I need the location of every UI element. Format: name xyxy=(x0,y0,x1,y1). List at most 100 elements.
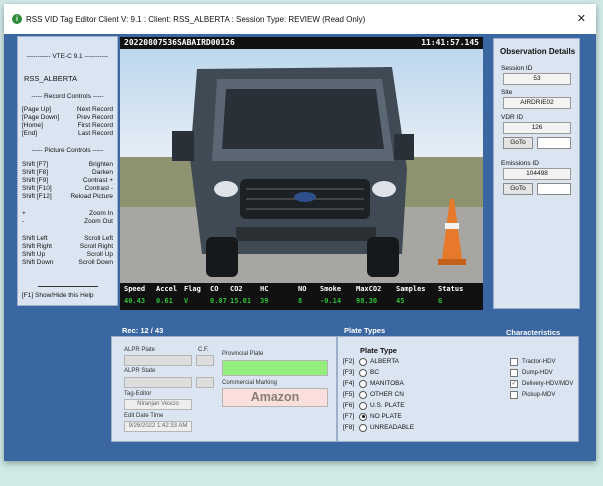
plate-type-shortcut: [F3] xyxy=(343,369,355,376)
help-divider xyxy=(38,286,98,287)
stat-value: 39 xyxy=(260,297,269,305)
checkbox[interactable] xyxy=(510,357,518,366)
shortcut-action: Darken xyxy=(92,169,113,176)
stat-header: Speed xyxy=(124,285,146,293)
plate-type-option[interactable]: [F3] BC xyxy=(343,368,379,377)
stat-value: 0.61 xyxy=(156,297,173,305)
plate-type-option[interactable]: [F8] UNREADABLE xyxy=(343,423,414,432)
record-shortcut-row: [End] Last Record xyxy=(18,130,117,138)
shortcut-action: Zoom Out xyxy=(84,218,113,225)
commercial-marking-label: Commercial Marking xyxy=(222,380,278,386)
shortcut-key: Shift [F10] xyxy=(22,185,52,192)
plate-type-option[interactable]: [F5] OTHER CN xyxy=(343,390,404,399)
characteristic-option[interactable]: Pickup-MDV xyxy=(510,390,555,399)
stat-value: -0.14 xyxy=(320,297,342,305)
plate-type-shortcut: [F4] xyxy=(343,380,355,387)
plate-type-option[interactable]: [F7] NO PLATE xyxy=(343,412,402,421)
app-icon: i xyxy=(12,14,22,24)
vdr-goto-input[interactable] xyxy=(537,137,571,149)
checkbox[interactable] xyxy=(510,390,518,399)
cf-field[interactable] xyxy=(196,355,214,366)
scroll-shortcut-row: Shift Up Scroll Up xyxy=(18,251,117,259)
shortcut-action: Reload Picture xyxy=(70,193,113,200)
emissions-stats-bar: Speed 40.43 Accel 0.61 Flag V CO 0.07 CO2 15.01 HC… xyxy=(120,283,483,310)
title-bar: i RSS VID Tag Editor Client V: 9.1 : Cli… xyxy=(4,4,596,34)
alpr-state-field[interactable] xyxy=(124,377,192,388)
stat-header: NO xyxy=(298,285,307,293)
stat-value: 15.01 xyxy=(230,297,252,305)
radio-button[interactable] xyxy=(359,412,367,421)
record-controls-title: ----- Record Controls ----- xyxy=(31,93,104,100)
shortcut-key: Shift Right xyxy=(22,243,52,250)
record-shortcut-row: [Page Down] Prev Record xyxy=(18,114,117,122)
vdr-id-label: VDR ID xyxy=(501,114,524,121)
scroll-shortcut-row: Shift Left Scroll Left xyxy=(18,235,117,243)
radio-button[interactable] xyxy=(359,357,367,366)
shortcut-action: Scroll Down xyxy=(78,259,113,266)
edit-date-field: 9/26/2022 1:42:33 AM xyxy=(124,421,192,432)
shortcut-key: Shift [F9] xyxy=(22,177,49,184)
radio-button[interactable] xyxy=(359,379,367,388)
vdr-id-field: 126 xyxy=(503,122,571,134)
plate-type-shortcut: [F7] xyxy=(343,413,355,420)
characteristic-option[interactable]: Tractor-HDV xyxy=(510,357,555,366)
alpr-plate-field[interactable] xyxy=(124,355,192,366)
vdr-goto-button[interactable]: GoTo xyxy=(503,137,533,149)
close-icon[interactable]: ✕ xyxy=(577,12,586,25)
record-shortcut-row: [Home] First Record xyxy=(18,122,117,130)
characteristic-option[interactable]: Dump-HDV xyxy=(510,368,553,377)
checkbox[interactable] xyxy=(510,368,518,377)
zoom-shortcut-row: - Zoom Out xyxy=(18,218,117,226)
provincial-plate-field[interactable] xyxy=(222,360,328,376)
shortcut-action: Contrast + xyxy=(82,177,113,184)
emissions-goto-button[interactable]: GoTo xyxy=(503,183,533,195)
stat-header: CO2 xyxy=(230,285,243,293)
plate-type-option[interactable]: [F6] U.S. PLATE xyxy=(343,401,405,410)
checkbox[interactable]: ✓ xyxy=(510,379,518,388)
stat-header: HC xyxy=(260,285,269,293)
emissions-goto-input[interactable] xyxy=(537,183,571,195)
camera-image[interactable]: 20220807536SABAIRD00126 11:41:57.145 Spe… xyxy=(120,37,483,310)
stat-header: Smoke xyxy=(320,285,342,293)
stat-header: Accel xyxy=(156,285,178,293)
alpr-state-extra-field[interactable] xyxy=(196,377,214,388)
plate-types-panel: Plate Type [F2] ALBERTA [F3] BC [F4] MANITOBA… xyxy=(337,336,579,442)
commercial-marking-field[interactable]: Amazon xyxy=(222,388,328,407)
shortcut-key: Shift [F8] xyxy=(22,169,49,176)
tag-editor-field: Niranjan Vescio xyxy=(124,399,192,410)
shortcut-action: Prev Record xyxy=(76,114,113,121)
radio-button[interactable] xyxy=(359,401,367,410)
help-toggle-hint: [F1] Show/Hide this Help xyxy=(22,292,94,299)
stat-value: V xyxy=(184,297,189,305)
picture-shortcut-row: Shift [F7] Brighten xyxy=(18,161,117,169)
zoom-controls-list: + Zoom In - Zoom Out xyxy=(18,210,117,226)
radio-button[interactable] xyxy=(359,423,367,432)
plate-type-shortcut: [F6] xyxy=(343,402,355,409)
shortcut-action: Last Record xyxy=(77,130,113,137)
plate-type-heading: Plate Type xyxy=(360,346,397,355)
cf-label: C.F. xyxy=(198,347,209,353)
radio-button[interactable] xyxy=(359,390,367,399)
site-field: AIRDRIE02 xyxy=(503,97,571,109)
record-controls-list: [Page Up] Next Record [Page Down] Prev Reco… xyxy=(18,106,117,138)
shortcut-action: First Record xyxy=(77,122,113,129)
emissions-id-label: Emissions ID xyxy=(501,160,539,167)
characteristic-option[interactable]: ✓ Delivery-HDV/MDV xyxy=(510,379,573,388)
shortcut-action: Scroll Up xyxy=(86,251,113,258)
plate-type-option[interactable]: [F2] ALBERTA xyxy=(343,357,399,366)
shortcut-action: Brighten xyxy=(88,161,113,168)
radio-button[interactable] xyxy=(359,368,367,377)
plate-types-label: Plate Types xyxy=(344,326,386,335)
shortcut-key: Shift [F12] xyxy=(22,193,52,200)
plate-type-option[interactable]: [F4] MANITOBA xyxy=(343,379,404,388)
stat-header: MaxCO2 xyxy=(356,285,382,293)
session-id-label: Session ID xyxy=(501,65,533,72)
observation-title: Observation Details xyxy=(500,47,576,56)
shortcut-key: Shift Up xyxy=(22,251,46,258)
picture-shortcut-row: Shift [F8] Darken xyxy=(18,169,117,177)
plate-type-label: MANITOBA xyxy=(370,380,404,387)
stat-value: 98.30 xyxy=(356,297,378,305)
stat-value: 45 xyxy=(396,297,405,305)
client-name: RSS_ALBERTA xyxy=(24,74,78,83)
shortcut-key: - xyxy=(22,218,25,225)
